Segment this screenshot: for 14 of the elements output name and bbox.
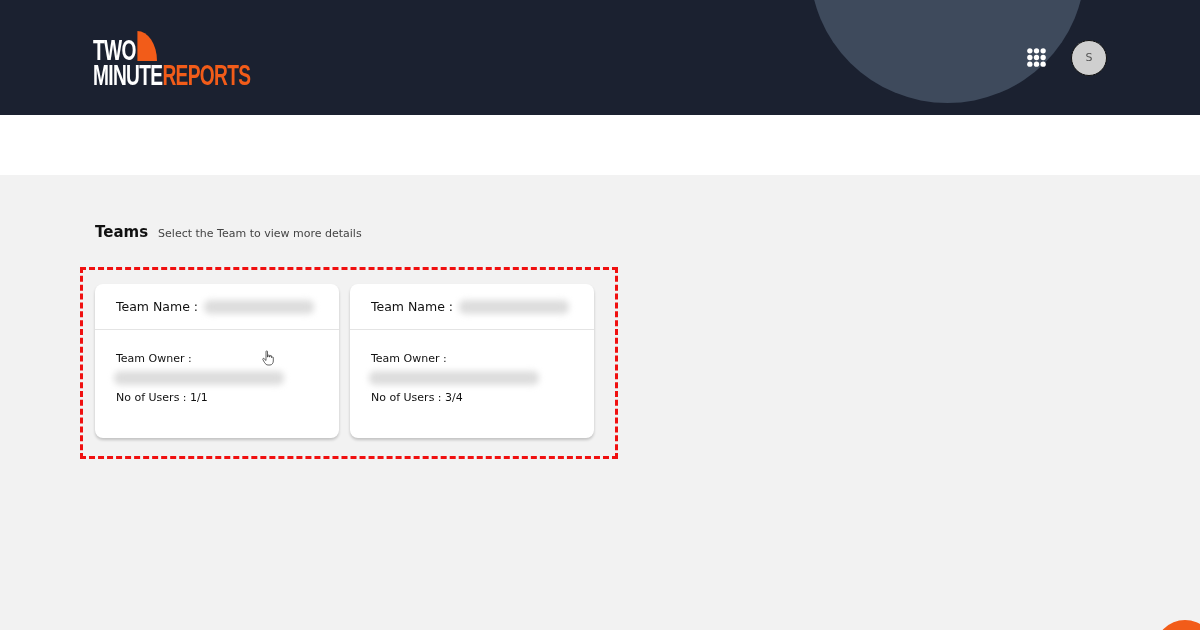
- logo[interactable]: TWO MINUTEREPORTS: [93, 31, 251, 88]
- team-name-label: Team Name :: [371, 299, 454, 314]
- user-count: No of Users : 3/4: [371, 391, 463, 404]
- team-owner-label: Team Owner :: [116, 352, 192, 365]
- section-title: Teams: [95, 223, 149, 241]
- team-card[interactable]: Team Name : Team Owner : No of Users : 3/4: [350, 284, 594, 438]
- team-name-label: Team Name :: [116, 299, 199, 314]
- user-avatar[interactable]: S: [1071, 39, 1107, 76]
- user-count: No of Users : 1/1: [116, 391, 208, 404]
- team-owner-label: Team Owner :: [371, 352, 447, 365]
- section-subtitle: Select the Team to view more details: [158, 227, 362, 240]
- team-card[interactable]: Team Name : Team Owner : No of Users : 1/1: [95, 284, 339, 438]
- apps-grid-icon[interactable]: [1027, 48, 1046, 67]
- hand-cursor-icon: [262, 350, 274, 366]
